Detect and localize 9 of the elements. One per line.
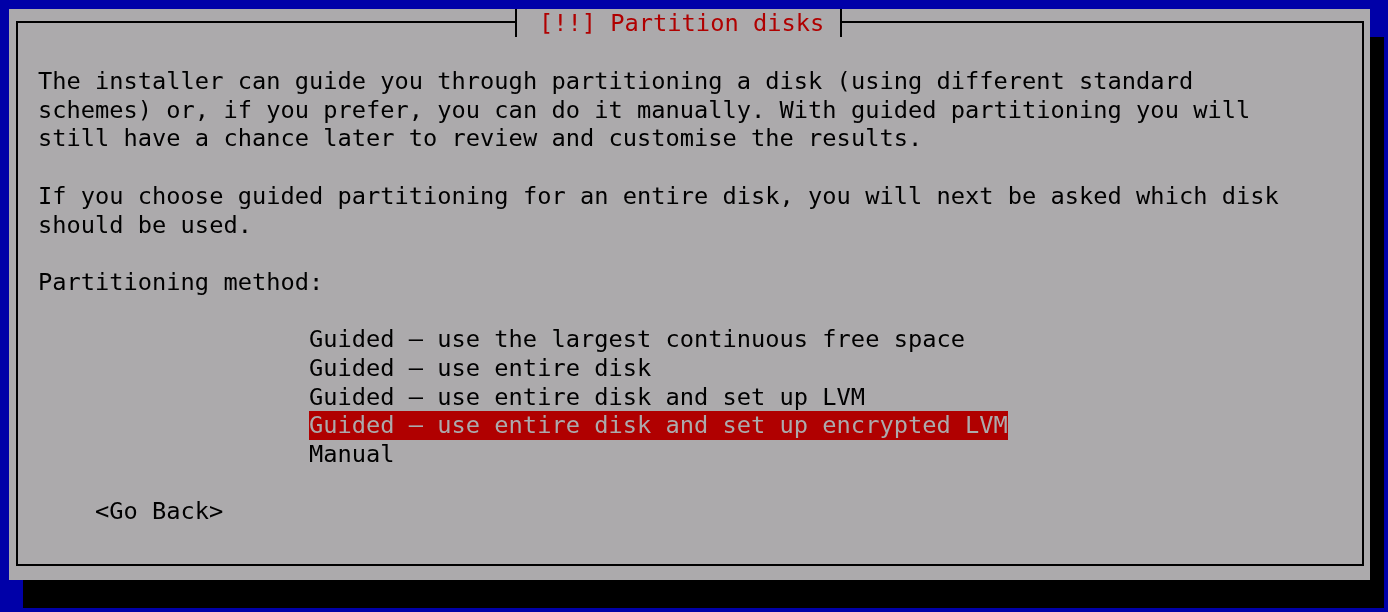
option-item[interactable]: Manual — [308, 440, 395, 469]
dialog-title: [!!] Partition disks — [515, 9, 843, 37]
option-item[interactable]: Guided – use entire disk and set up LVM — [308, 382, 866, 412]
go-back-button[interactable]: <Go Back> — [95, 497, 224, 527]
option-item[interactable]: Guided – use entire disk — [308, 354, 652, 383]
option-item[interactable]: Guided – use the largest continuous free space — [308, 325, 965, 354]
prompt-label: Partitioning method: — [38, 267, 324, 297]
description-text: The installer can guide you through partitioning a disk (using different standard schemes) or, if you prefer, you can do it manually. With guided partitioning you will still have a chance later to review and customise the results. — [38, 67, 1252, 154]
description-text: If you choose guided partitioning for an entire disk, you will next be asked which disk should be used. — [38, 181, 1280, 240]
